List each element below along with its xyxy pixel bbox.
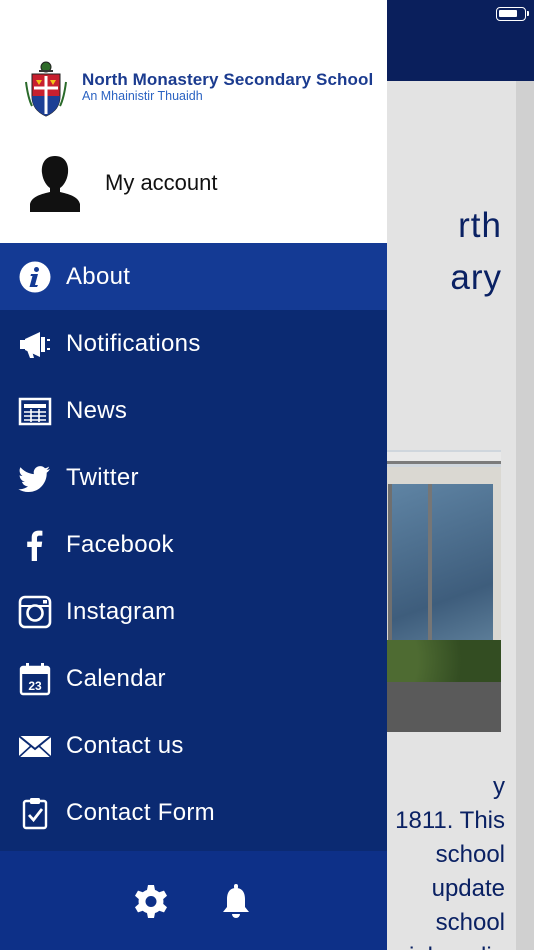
page-scrollbar[interactable] (516, 81, 534, 950)
drawer-header: North Monastery Secondary School An Mhai… (0, 0, 387, 243)
menu-item-calendar[interactable]: 23 Calendar (0, 645, 387, 712)
my-account-label: My account (105, 170, 218, 195)
clipboard-icon (22, 798, 48, 830)
menu-item-label: Twitter (66, 464, 139, 491)
battery-icon (496, 7, 529, 21)
menu-item-label: Calendar (66, 665, 166, 692)
drawer-footer (0, 851, 387, 950)
menu-item-label: About (66, 263, 131, 290)
calendar-icon-day: 23 (28, 679, 42, 693)
menu-item-notifications[interactable]: Notifications (0, 310, 387, 377)
calendar-icon: 23 (19, 663, 51, 696)
info-icon (19, 261, 51, 293)
my-account-button[interactable]: My account (0, 148, 387, 218)
twitter-icon (18, 466, 50, 492)
menu-item-twitter[interactable]: Twitter (0, 444, 387, 511)
facebook-icon (27, 530, 43, 561)
menu-item-about[interactable]: About (0, 243, 387, 310)
menu-item-contact-form[interactable]: Contact Form (0, 779, 387, 846)
instagram-icon (18, 595, 52, 629)
menu-item-label: Instagram (66, 598, 176, 625)
school-crest-logo (25, 61, 67, 117)
menu-item-facebook[interactable]: Facebook (0, 511, 387, 578)
bell-icon[interactable] (218, 883, 254, 921)
menu-item-instagram[interactable]: Instagram (0, 578, 387, 645)
user-silhouette-icon (30, 156, 80, 212)
school-name: North Monastery Secondary School (82, 70, 374, 89)
envelope-icon (18, 735, 52, 758)
megaphone-icon (20, 332, 50, 358)
settings-icon[interactable] (132, 883, 170, 921)
newspaper-icon (18, 397, 52, 426)
menu-item-news[interactable]: News (0, 377, 387, 444)
menu-item-label: Notifications (66, 330, 201, 357)
menu-item-label: News (66, 397, 128, 424)
school-subtitle: An Mhainistir Thuaidh (82, 89, 203, 103)
menu-item-label: Contact Form (66, 799, 215, 826)
navigation-drawer: North Monastery Secondary School An Mhai… (0, 0, 387, 950)
menu-item-label: Contact us (66, 732, 184, 759)
menu-item-contact-us[interactable]: Contact us (0, 712, 387, 779)
menu-item-label: Facebook (66, 531, 174, 558)
